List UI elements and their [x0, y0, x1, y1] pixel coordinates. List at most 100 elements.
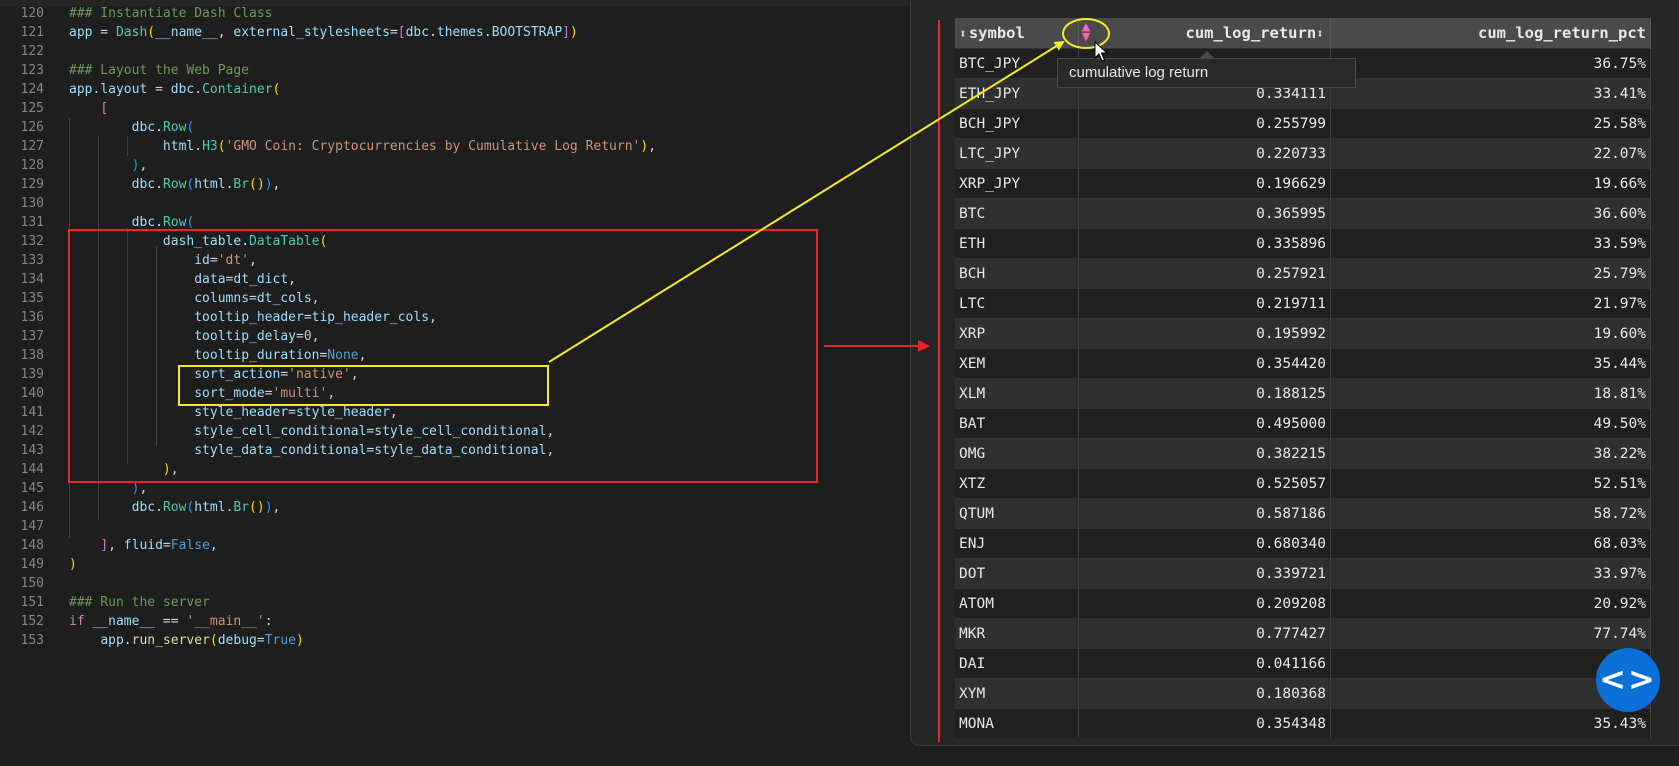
table-cell[interactable]: 33.41% — [1330, 78, 1651, 109]
table-cell[interactable]: ATOM — [955, 588, 1079, 619]
table-cell[interactable]: XEM — [955, 348, 1079, 379]
code-token: [ — [100, 101, 109, 116]
code-token: = — [256, 633, 265, 648]
table-row: MONA 0.354348 35.43% — [955, 708, 1651, 738]
table-cell[interactable]: BAT — [955, 408, 1079, 439]
table-row: DAI 0.041166 — [955, 648, 1651, 679]
table-row: QTUM 0.587186 58.72% — [955, 498, 1651, 529]
table-cell[interactable]: MKR — [955, 618, 1079, 649]
data-table[interactable]: ⬍ symbol cum_log_return⬍ cum_log_return_p… — [955, 18, 1651, 738]
code-token: . — [155, 177, 163, 192]
code-text: dbc.Row(html.Br()), — [69, 498, 281, 517]
table-cell[interactable]: 35.44% — [1330, 348, 1651, 379]
code-token: , — [209, 538, 218, 553]
table-cell[interactable]: 0.354348 — [1078, 708, 1331, 738]
sort-icon[interactable]: ⬍ — [1316, 27, 1324, 42]
code-line: 127 html.H3('GMO Coin: Cryptocurrencies … — [0, 137, 910, 156]
table-cell[interactable]: 0.188125 — [1078, 378, 1331, 409]
table-cell[interactable]: 33.97% — [1330, 558, 1651, 589]
table-cell[interactable]: 0.495000 — [1078, 408, 1331, 439]
table-cell[interactable]: BCH_JPY — [955, 108, 1079, 139]
table-cell[interactable]: 25.79% — [1330, 258, 1651, 289]
table-cell[interactable]: 19.66% — [1330, 168, 1651, 199]
code-token: == — [155, 614, 187, 629]
table-cell[interactable]: DOT — [955, 558, 1079, 589]
table-cell[interactable]: 0.219711 — [1078, 288, 1331, 319]
table-cell[interactable]: 25.58% — [1330, 108, 1651, 139]
table-cell[interactable]: 0.382215 — [1078, 438, 1331, 469]
table-cell[interactable]: 0.220733 — [1078, 138, 1331, 169]
code-line: 149) — [0, 555, 910, 574]
code-token: . — [155, 500, 163, 515]
table-cell[interactable]: 22.07% — [1330, 138, 1651, 169]
code-token: dbc — [131, 177, 156, 192]
table-cell[interactable]: 0.209208 — [1078, 588, 1331, 619]
table-cell[interactable]: 0.354420 — [1078, 348, 1331, 379]
table-cell[interactable]: 35.43% — [1330, 708, 1651, 738]
table-cell[interactable]: XRP — [955, 318, 1079, 349]
table-cell[interactable]: OMG — [955, 438, 1079, 469]
line-number: 134 — [20, 272, 44, 287]
table-cell[interactable]: 0.339721 — [1078, 558, 1331, 589]
table-cell[interactable]: 0.255799 — [1078, 108, 1331, 139]
column-header-cum-log-return-pct[interactable]: cum_log_return_pct — [1330, 18, 1651, 49]
table-cell[interactable]: DAI — [955, 648, 1079, 679]
code-token: ] — [562, 25, 570, 40]
table-cell[interactable]: 19.60% — [1330, 318, 1651, 349]
table-cell[interactable]: 18.81% — [1330, 378, 1651, 409]
table-cell[interactable]: 68.03% — [1330, 528, 1651, 559]
table-cell[interactable]: 0.041166 — [1078, 648, 1331, 679]
table-cell[interactable]: LTC — [955, 288, 1079, 319]
column-header-symbol[interactable]: ⬍ symbol — [955, 18, 1079, 49]
table-cell[interactable]: BTC — [955, 198, 1079, 229]
table-cell[interactable]: MONA — [955, 708, 1079, 738]
table-cell[interactable]: XLM — [955, 378, 1079, 409]
table-cell[interactable]: 0.680340 — [1078, 528, 1331, 559]
table-cell[interactable]: 52.51% — [1330, 468, 1651, 499]
code-token: ### Layout the Web Page — [69, 63, 250, 78]
table-cell[interactable]: QTUM — [955, 498, 1079, 529]
code-token: , — [272, 177, 281, 192]
code-token: H3 — [202, 139, 218, 154]
column-header-cum-log-return[interactable]: cum_log_return⬍ — [1078, 18, 1331, 49]
table-cell[interactable]: 36.60% — [1330, 198, 1651, 229]
table-cell[interactable]: 0.777427 — [1078, 618, 1331, 649]
table-cell[interactable]: ETH — [955, 228, 1079, 259]
table-cell[interactable]: XTZ — [955, 468, 1079, 499]
table-cell[interactable]: XRP_JPY — [955, 168, 1079, 199]
sort-icon[interactable]: ⬍ — [959, 27, 967, 42]
table-cell[interactable]: 0.195992 — [1078, 318, 1331, 349]
table-cell[interactable]: BCH — [955, 258, 1079, 289]
table-cell[interactable]: 0.180368 — [1078, 678, 1331, 709]
line-number: 127 — [20, 139, 44, 154]
table-cell[interactable]: 0.587186 — [1078, 498, 1331, 529]
table-cell[interactable]: 33.59% — [1330, 228, 1651, 259]
table-cell[interactable]: 21.97% — [1330, 288, 1651, 319]
table-cell[interactable]: XYM — [955, 678, 1079, 709]
code-token: ( — [209, 633, 218, 648]
code-token: app — [69, 82, 93, 97]
table-cell[interactable]: 0.335896 — [1078, 228, 1331, 259]
code-token: dbc — [131, 500, 156, 515]
code-token: run_server — [131, 633, 210, 648]
code-token: app — [69, 25, 93, 40]
table-cell[interactable]: 49.50% — [1330, 408, 1651, 439]
line-number: 135 — [20, 291, 44, 306]
table-cell[interactable]: 36.75% — [1330, 48, 1651, 79]
table-cell[interactable]: 20.92% — [1330, 588, 1651, 619]
table-cell[interactable]: 0.196629 — [1078, 168, 1331, 199]
code-toggle-button[interactable]: <> — [1596, 648, 1660, 712]
code-line: 125 [ — [0, 99, 910, 118]
table-cell[interactable]: LTC_JPY — [955, 138, 1079, 169]
table-cell[interactable]: 77.74% — [1330, 618, 1651, 649]
table-row: XYM 0.180368 — [955, 678, 1651, 709]
table-cell[interactable]: 0.365995 — [1078, 198, 1331, 229]
table-cell[interactable]: 38.22% — [1330, 438, 1651, 469]
table-cell[interactable]: ENJ — [955, 528, 1079, 559]
table-row: XEM 0.354420 35.44% — [955, 348, 1651, 379]
table-cell[interactable]: 0.525057 — [1078, 468, 1331, 499]
line-number: 151 — [20, 595, 44, 610]
table-cell[interactable]: 0.257921 — [1078, 258, 1331, 289]
table-cell[interactable]: 58.72% — [1330, 498, 1651, 529]
